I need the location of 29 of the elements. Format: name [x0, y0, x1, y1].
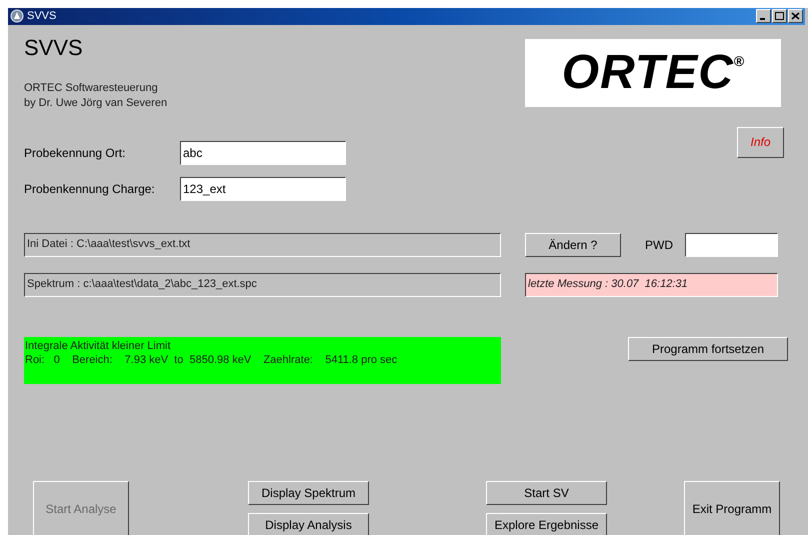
- field-label: Probekennung Ort:: [24, 144, 126, 162]
- spectrum-field: Spektrum : c:\aaa\test\data_2\abc_123_ext.spc: [24, 272, 501, 296]
- password-field[interactable]: [685, 232, 778, 256]
- pwd-label: PWD: [645, 236, 673, 254]
- action-button[interactable]: Explore Ergebnisse: [486, 512, 607, 535]
- minimize-button[interactable]: [756, 9, 771, 24]
- display-button[interactable]: Display Analysis: [248, 512, 369, 535]
- continue-button[interactable]: Programm fortsetzen: [628, 336, 788, 360]
- status-text: Roi: 0 Bereich: 7.93 keV to 5850.98 keV Zaehlrate: 5411.8 pro sec: [25, 352, 398, 366]
- window-title: SVVS: [27, 9, 56, 24]
- text-field[interactable]: abc: [180, 140, 346, 164]
- display-button[interactable]: Display Spektrum: [248, 480, 369, 504]
- maximize-icon: [775, 12, 784, 20]
- app-icon: [10, 9, 24, 24]
- last-measurement-field: letzte Messung : 30.07 16:12:31: [525, 272, 778, 296]
- action-button[interactable]: Start SV: [486, 480, 607, 504]
- app-heading: SVVS: [24, 34, 84, 60]
- change-button[interactable]: Ändern ?: [525, 232, 621, 256]
- logo: ORTEC®: [525, 38, 781, 106]
- field-label: Probenkennung Charge:: [24, 180, 156, 198]
- text-field[interactable]: 123_ext: [180, 176, 346, 200]
- subtitle-text: ORTEC Softwaresteuerung: [24, 80, 159, 96]
- close-icon: [791, 12, 800, 20]
- maximize-button[interactable]: [772, 9, 787, 24]
- close-button[interactable]: [788, 9, 803, 24]
- exit-button[interactable]: Exit Programm: [684, 480, 780, 535]
- ini-file-field: Ini Datei : C:\aaa\test\svvs_ext.txt: [24, 232, 501, 256]
- subtitle-text: by Dr. Uwe Jörg van Severen: [24, 96, 168, 110]
- status-text: Integrale Aktivität kleiner Limit: [25, 338, 172, 352]
